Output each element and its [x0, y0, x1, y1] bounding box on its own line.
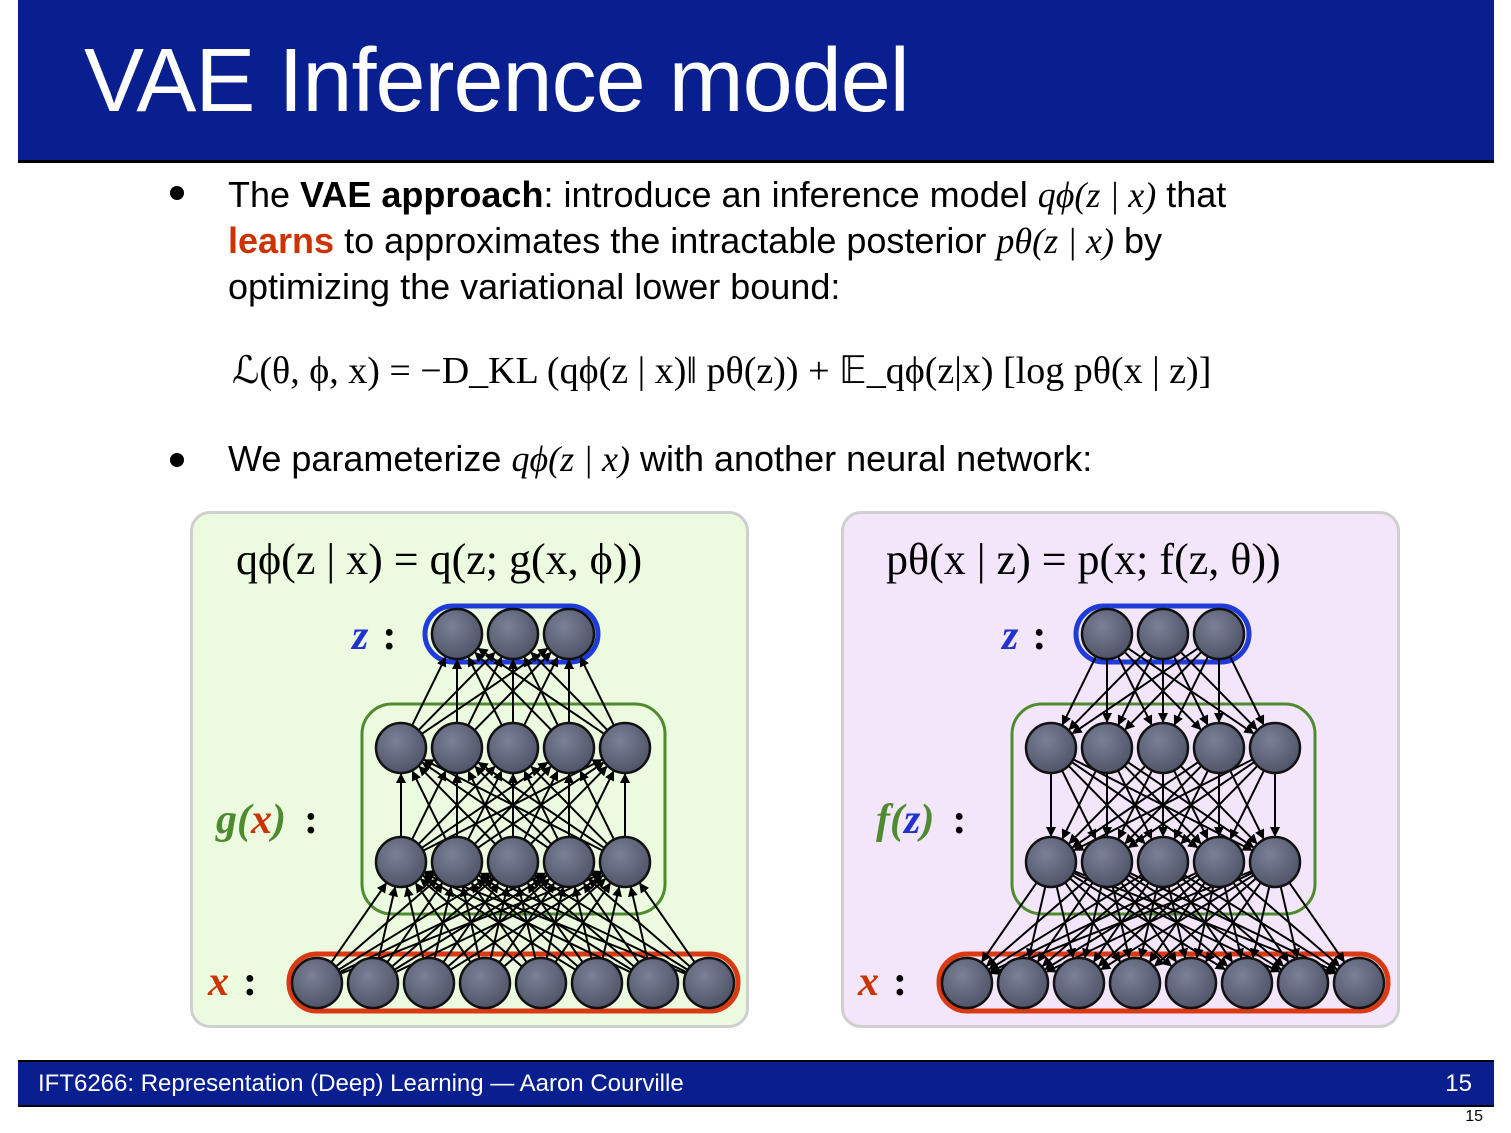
encoder-node-z: [430, 607, 484, 661]
encoder-node-h1: [374, 835, 428, 889]
encoder-node-x: [682, 956, 736, 1010]
encoder-node-z: [542, 607, 596, 661]
footer-bar: IFT6266: Representation (Deep) Learning …: [18, 1060, 1494, 1107]
decoder-f-label: f(z):: [876, 796, 966, 844]
decoder-edge: [1229, 655, 1265, 726]
decoder-edge: [1288, 881, 1345, 963]
decoder-node-h1: [1248, 835, 1302, 889]
decoder-edge: [1061, 655, 1097, 726]
decoder-node-h2: [1024, 721, 1078, 775]
decoder-node-z: [1192, 607, 1246, 661]
encoder-node-x: [346, 956, 400, 1010]
decoder-node-x: [1220, 956, 1274, 1010]
decoder-f-prefix: f(: [876, 797, 904, 843]
decoder-node-x: [1052, 956, 1106, 1010]
decoder-node-h2: [1136, 721, 1190, 775]
encoder-z-symbol: z: [352, 613, 369, 659]
encoder-g-suffix: ): [272, 797, 286, 843]
decoder-node-x: [996, 956, 1050, 1010]
decoder-z-symbol: z: [1002, 613, 1019, 659]
encoder-node-h2: [542, 721, 596, 775]
decoder-edge: [981, 881, 1038, 963]
decoder-x-colon: :: [893, 959, 907, 1005]
encoder-node-x: [290, 956, 344, 1010]
encoder-node-h1: [542, 835, 596, 889]
decoder-node-z: [1136, 607, 1190, 661]
encoder-g-prefix: g(: [216, 797, 251, 843]
footer-course: IFT6266: Representation (Deep) Learning …: [38, 1070, 684, 1097]
page-number-small: 15: [1465, 1108, 1483, 1125]
encoder-edge: [411, 656, 447, 727]
decoder-node-h1: [1136, 835, 1190, 889]
encoder-edge: [377, 886, 398, 959]
encoder-node-x: [626, 956, 680, 1010]
decoder-x-label: x:: [858, 958, 907, 1006]
encoder-g-colon: :: [304, 797, 318, 843]
decoder-node-h2: [1192, 721, 1246, 775]
decoder-node-h1: [1080, 835, 1134, 889]
encoder-z-label: z:: [352, 612, 396, 660]
encoder-node-h1: [598, 835, 652, 889]
decoder-node-h1: [1024, 835, 1078, 889]
decoder-node-h2: [1248, 721, 1302, 775]
encoder-edge: [579, 656, 615, 727]
footer-page-number: 15: [1445, 1070, 1472, 1097]
decoder-z-colon: :: [1032, 613, 1047, 659]
encoder-node-h1: [430, 835, 484, 889]
encoder-x-symbol: x: [208, 959, 229, 1005]
decoder-f-colon: :: [952, 797, 967, 843]
decoder-edges: [981, 647, 1345, 975]
encoder-edge: [330, 882, 387, 964]
encoder-node-z: [486, 607, 540, 661]
decoder-node-x: [1332, 956, 1386, 1010]
encoder-node-h2: [430, 721, 484, 775]
encoder-node-x: [458, 956, 512, 1010]
encoder-node-x: [514, 956, 568, 1010]
encoder-node-h2: [486, 721, 540, 775]
decoder-node-h1: [1192, 835, 1246, 889]
decoder-node-x: [940, 956, 994, 1010]
encoder-x-label: x:: [208, 958, 257, 1006]
encoder-node-x: [570, 956, 624, 1010]
decoder-node-z: [1080, 607, 1134, 661]
decoder-z-label: z:: [1002, 612, 1046, 660]
encoder-edge: [639, 882, 696, 964]
encoder-x-colon: :: [243, 959, 257, 1005]
encoder-z-colon: :: [382, 613, 397, 659]
decoder-f-z: z: [903, 797, 921, 843]
decoder-f-suffix: ): [920, 797, 935, 843]
decoder-node-x: [1108, 956, 1162, 1010]
decoder-node-x: [1164, 956, 1218, 1010]
encoder-g-x: x: [251, 797, 272, 843]
decoder-x-symbol: x: [858, 959, 879, 1005]
decoder-node-h2: [1080, 721, 1134, 775]
encoder-edges: [330, 647, 696, 975]
decoder-node-x: [1276, 956, 1330, 1010]
encoder-node-h2: [374, 721, 428, 775]
encoder-node-h2: [598, 721, 652, 775]
encoder-node-x: [402, 956, 456, 1010]
encoder-g-label: g(x):: [216, 796, 318, 844]
encoder-node-h1: [486, 835, 540, 889]
